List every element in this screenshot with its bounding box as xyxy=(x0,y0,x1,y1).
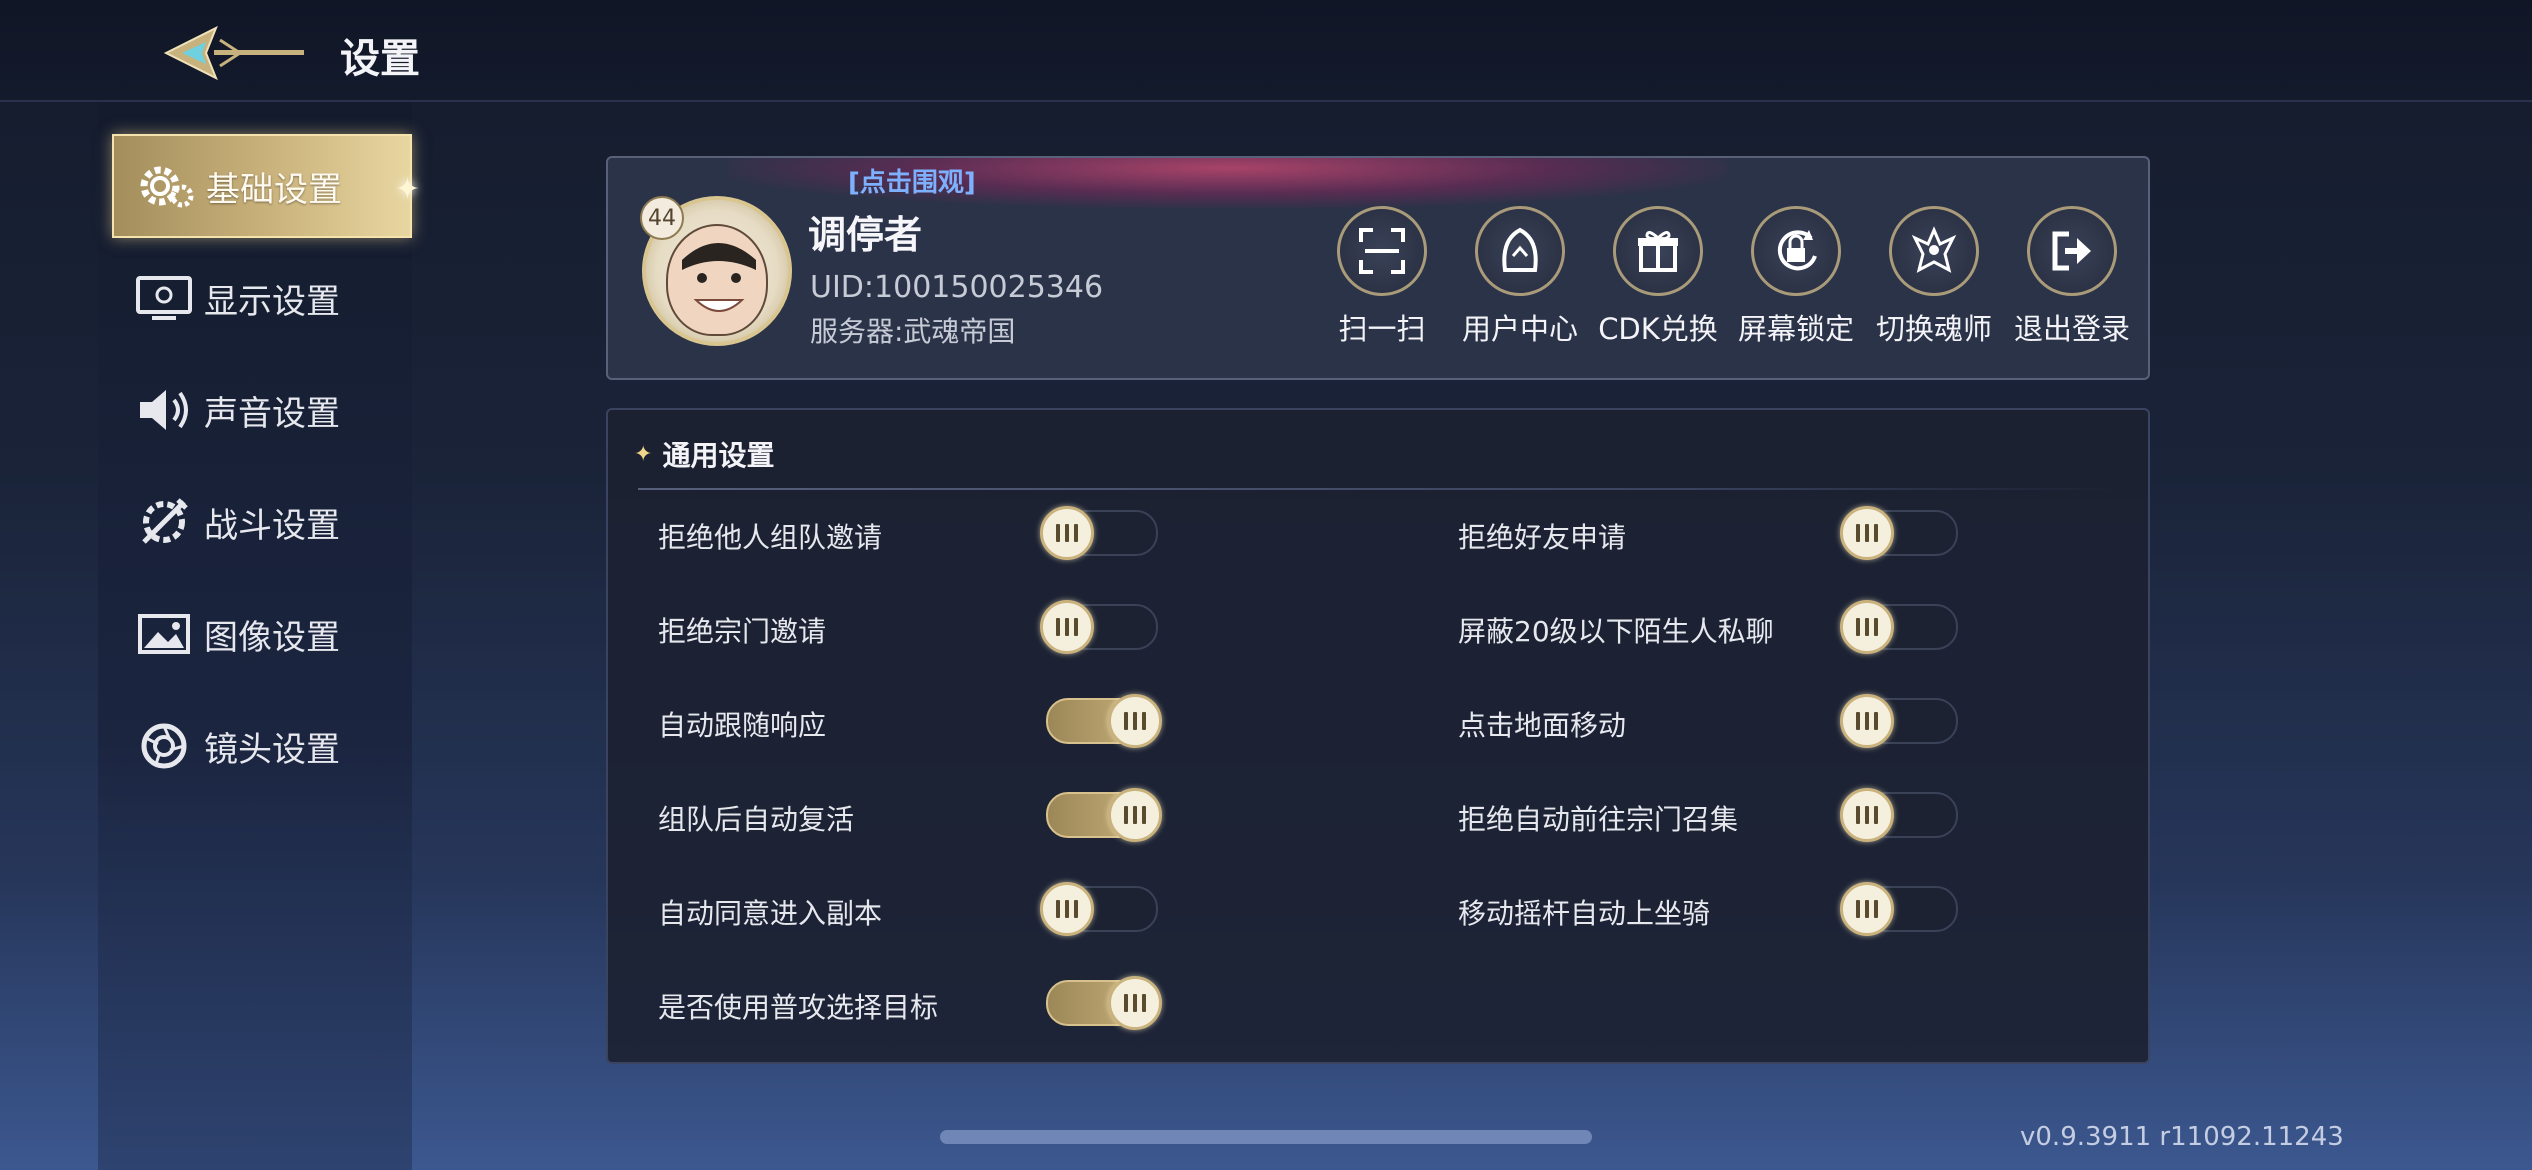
sidebar-item-camera-settings[interactable]: 镜头设置 xyxy=(112,694,412,798)
level-badge: 44 xyxy=(640,196,684,240)
divider xyxy=(638,488,2118,490)
toggle-knob xyxy=(1840,788,1894,842)
header-bar: 设置 xyxy=(0,0,2532,102)
setting-label: 组队后自动复活 xyxy=(658,803,855,836)
cdk-redeem-button[interactable]: CDK兑换 xyxy=(1588,206,1728,356)
version-label: v0.9.3911 r11092.11243 xyxy=(2020,1122,2344,1152)
switch-character-icon xyxy=(1889,206,1979,296)
toggle-knob xyxy=(1040,882,1094,936)
image-icon xyxy=(132,602,196,666)
star-icon: ✦ xyxy=(634,441,653,467)
avatar-portrait xyxy=(666,224,768,336)
toggle-reject-team-invite[interactable] xyxy=(1040,506,1162,560)
sidebar-item-label: 战斗设置 xyxy=(204,505,340,546)
user-center-icon xyxy=(1475,206,1565,296)
general-settings-panel: ✦ 通用设置 拒绝他人组队邀请 拒绝好友申请 拒绝宗门邀请 屏蔽20级以下陌生人… xyxy=(606,408,2150,1064)
toggle-reject-sect-invite[interactable] xyxy=(1040,600,1162,654)
sidebar-item-label: 图像设置 xyxy=(204,617,340,658)
banner-watch-link[interactable]: [点击围观] xyxy=(848,162,976,199)
setting-label: 屏蔽20级以下陌生人私聊 xyxy=(1458,615,1774,648)
setting-label: 拒绝好友申请 xyxy=(1458,521,1627,554)
setting-label: 是否使用普攻选择目标 xyxy=(658,991,939,1024)
toggle-knob xyxy=(1840,506,1894,560)
toggle-knob xyxy=(1108,694,1162,748)
user-name: 调停者 xyxy=(808,213,923,257)
screen-lock-button[interactable]: 屏幕锁定 xyxy=(1726,206,1866,356)
setting-label: 移动摇杆自动上坐骑 xyxy=(1458,897,1711,930)
sidebar-item-label: 显示设置 xyxy=(204,281,340,322)
home-indicator[interactable] xyxy=(940,1130,1592,1144)
sidebar-item-display-settings[interactable]: 显示设置 xyxy=(112,246,412,350)
combat-icon xyxy=(132,490,196,554)
toggle-knob xyxy=(1840,694,1894,748)
toggle-basic-attack-target[interactable] xyxy=(1040,976,1162,1030)
section-title: 通用设置 xyxy=(662,439,775,472)
lock-icon xyxy=(1751,206,1841,296)
toggle-auto-revive[interactable] xyxy=(1040,788,1162,842)
scan-icon xyxy=(1337,206,1427,296)
setting-label: 拒绝他人组队邀请 xyxy=(658,521,883,554)
sidebar-item-label: 基础设置 xyxy=(206,169,342,210)
sidebar-item-label: 镜头设置 xyxy=(204,729,340,770)
toggle-knob xyxy=(1108,788,1162,842)
toggle-knob xyxy=(1040,600,1094,654)
sidebar-item-combat-settings[interactable]: 战斗设置 xyxy=(112,470,412,574)
setting-label: 自动同意进入副本 xyxy=(658,897,883,930)
sparkle-icon: ✦ xyxy=(394,172,420,207)
user-uid: UID:100150025346 xyxy=(810,270,1104,305)
speaker-icon xyxy=(132,378,196,442)
profile-card: [点击围观] 44 调停者 UID:100150025346 服务器:武魂帝国 … xyxy=(606,156,2150,380)
user-center-button[interactable]: 用户中心 xyxy=(1450,206,1590,356)
logout-icon xyxy=(2027,206,2117,296)
sidebar-item-sound-settings[interactable]: 声音设置 xyxy=(112,358,412,462)
toggle-knob xyxy=(1108,976,1162,1030)
toggle-block-low-level-chat[interactable] xyxy=(1840,600,1962,654)
scan-button[interactable]: 扫一扫 xyxy=(1312,206,1452,356)
page-title: 设置 xyxy=(340,36,420,82)
sidebar-item-image-settings[interactable]: 图像设置 xyxy=(112,582,412,686)
setting-label: 拒绝宗门邀请 xyxy=(658,615,827,648)
toggle-knob xyxy=(1040,506,1094,560)
user-server: 服务器:武魂帝国 xyxy=(810,315,1016,348)
sidebar-item-basic-settings[interactable]: 基础设置 ✦ xyxy=(112,134,420,238)
toggle-tap-ground-move[interactable] xyxy=(1840,694,1962,748)
switch-character-button[interactable]: 切换魂师 xyxy=(1864,206,2004,356)
monitor-icon xyxy=(132,266,196,330)
sidebar: 基础设置 ✦ 显示设置 声音设置 战斗设置 图像设置 镜头设置 xyxy=(98,102,420,1170)
toggle-knob xyxy=(1840,882,1894,936)
setting-label: 自动跟随响应 xyxy=(658,709,827,742)
back-arrow-icon xyxy=(163,25,304,81)
gift-icon xyxy=(1613,206,1703,296)
toggle-auto-follow[interactable] xyxy=(1040,694,1162,748)
toggle-reject-sect-summon[interactable] xyxy=(1840,788,1962,842)
toggle-joystick-auto-mount[interactable] xyxy=(1840,882,1962,936)
gear-icon xyxy=(134,154,198,218)
camera-lens-icon xyxy=(132,714,196,778)
section-header: ✦ 通用设置 xyxy=(634,434,774,474)
toggle-auto-accept-dungeon[interactable] xyxy=(1040,882,1162,936)
avatar[interactable]: 44 xyxy=(640,196,792,346)
setting-label: 拒绝自动前往宗门召集 xyxy=(1458,803,1739,836)
logout-button[interactable]: 退出登录 xyxy=(2002,206,2142,356)
toggle-reject-friend-request[interactable] xyxy=(1840,506,1962,560)
back-button[interactable] xyxy=(160,18,310,88)
setting-label: 点击地面移动 xyxy=(1458,709,1627,742)
toggle-knob xyxy=(1840,600,1894,654)
sidebar-item-label: 声音设置 xyxy=(204,393,340,434)
